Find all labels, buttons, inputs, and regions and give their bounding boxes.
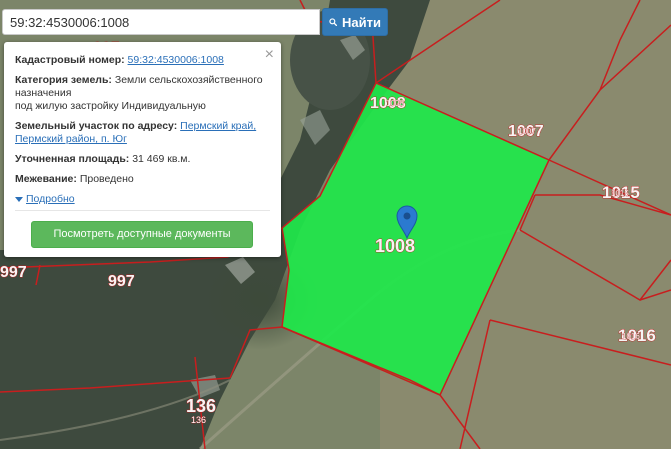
parcel-label-1016-small: 1016 (622, 332, 640, 341)
cadastral-number-label: Кадастровый номер: (15, 54, 125, 66)
details-toggle[interactable]: Подробно (15, 193, 271, 206)
parcel-label-1015-small: 1015 (611, 189, 629, 198)
caret-down-icon (15, 197, 23, 202)
address-row: Земельный участок по адресу: Пермский кр… (15, 120, 271, 146)
details-link[interactable]: Подробно (26, 193, 75, 206)
area-value: 31 469 кв.м. (132, 153, 191, 165)
popup-divider (15, 210, 270, 211)
parcel-label-136: 136 (186, 396, 216, 416)
land-category-label: Категория земель: (15, 74, 112, 86)
land-use-value: под жилую застройку Индивидуальную (15, 100, 206, 112)
view-documents-button[interactable]: Посмотреть доступные документы (31, 221, 253, 248)
parcel-info-popup: × Кадастровый номер: 59:32:4530006:1008 … (4, 42, 281, 257)
parcel-label-136-small: 136 (191, 415, 206, 425)
search-button[interactable]: Найти (322, 8, 388, 36)
parcel-label-997-b: 997 (0, 264, 27, 281)
survey-value: Проведено (79, 173, 134, 185)
survey-label: Межевание: (15, 173, 77, 185)
parcel-label-1008-center: 1008 (375, 236, 415, 256)
area-row: Уточненная площадь: 31 469 кв.м. (15, 153, 271, 166)
search-button-label: Найти (342, 14, 381, 30)
close-icon[interactable]: × (265, 47, 274, 63)
cadastral-number-link[interactable]: 59:32:4530006:1008 (128, 54, 224, 66)
land-category-row: Категория земель: Земли сельскохозяйстве… (15, 74, 271, 113)
survey-row: Межевание: Проведено (15, 173, 271, 186)
area-label: Уточненная площадь: (15, 153, 130, 165)
parcel-label-1007-small: 1007 (518, 127, 536, 136)
parcel-label-1008-small: 1008 (386, 99, 404, 108)
search-input[interactable] (2, 9, 320, 35)
parcel-label-997-a: 997 (108, 273, 135, 290)
cadastral-number-row: Кадастровый номер: 59:32:4530006:1008 (15, 54, 271, 67)
address-label: Земельный участок по адресу: (15, 120, 178, 132)
search-icon (329, 18, 338, 27)
